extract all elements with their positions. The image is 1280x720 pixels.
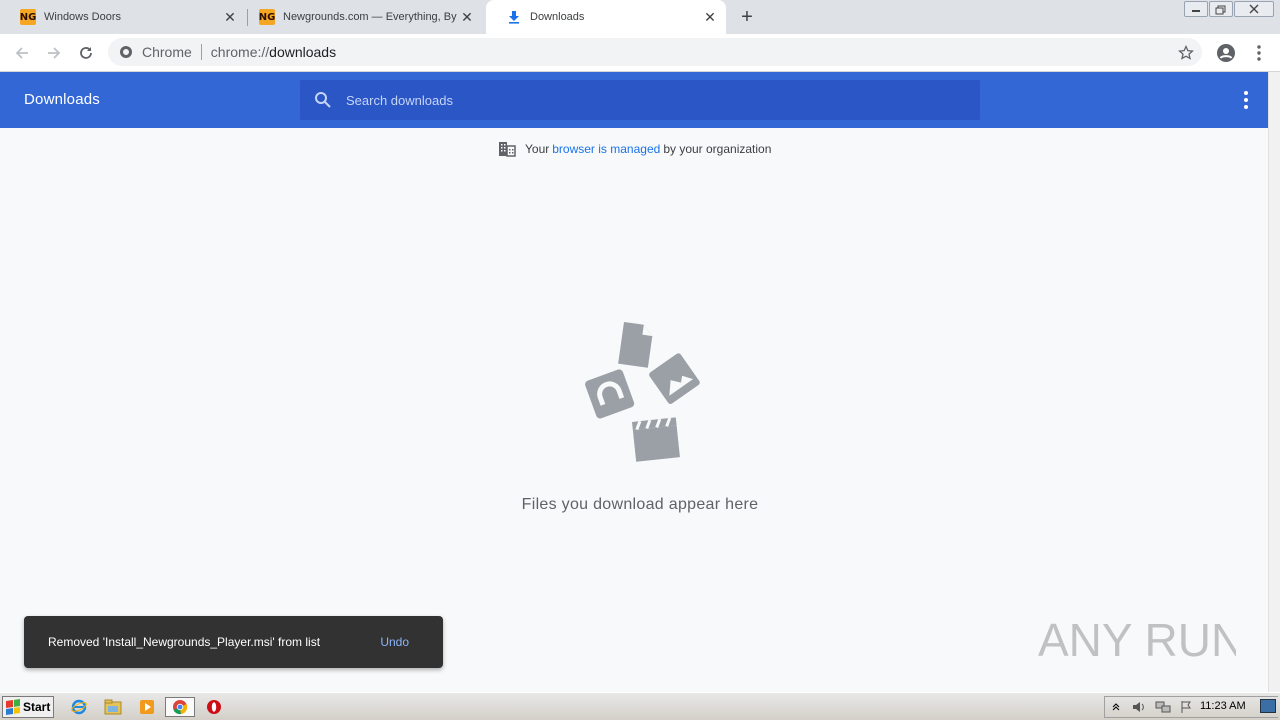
star-icon[interactable] <box>1175 42 1197 64</box>
close-window-button[interactable] <box>1234 1 1274 17</box>
internet-explorer-icon[interactable] <box>68 697 90 717</box>
search-icon <box>315 92 331 108</box>
tab-downloads[interactable]: Downloads ✕ <box>486 0 726 34</box>
removed-toast: Removed 'Install_Newgrounds_Player.msi' … <box>24 616 443 668</box>
reload-button[interactable] <box>75 42 97 64</box>
url-host: downloads <box>269 44 337 60</box>
search-input[interactable] <box>346 92 946 108</box>
network-icon[interactable] <box>1155 700 1171 714</box>
building-icon <box>499 142 516 157</box>
download-icon <box>506 9 522 25</box>
scheme-label: Chrome <box>142 44 192 60</box>
toast-message: Removed 'Install_Newgrounds_Player.msi' … <box>48 635 321 649</box>
newgrounds-icon: NG <box>20 9 36 25</box>
managed-notice: Your browser is managed by your organiza… <box>498 141 771 157</box>
chrome-icon <box>120 46 132 58</box>
tab-newgrounds[interactable]: NG Newgrounds.com — Everything, By Every… <box>239 0 486 34</box>
taskbar-clock[interactable]: 11:23 AM <box>1200 700 1246 712</box>
file-explorer-icon[interactable] <box>102 697 124 717</box>
newgrounds-logo-2: NG <box>259 9 275 25</box>
media-player-icon[interactable] <box>136 697 158 717</box>
start-label: Start <box>23 700 51 714</box>
document-icon <box>618 322 653 368</box>
close-icon[interactable]: ✕ <box>702 9 718 25</box>
restore-button[interactable] <box>1209 1 1233 17</box>
browser-menu-icon[interactable] <box>1248 42 1270 64</box>
close-icon[interactable]: ✕ <box>459 9 475 25</box>
address-bar[interactable]: Chrome chrome://downloads <box>108 38 1202 66</box>
back-button[interactable] <box>11 42 33 64</box>
page-title: Downloads <box>24 91 101 108</box>
show-desktop-icon[interactable] <box>1260 699 1276 713</box>
empty-downloads-illustration <box>585 322 700 462</box>
chrome-taskbar-icon[interactable] <box>165 697 195 717</box>
volume-icon[interactable] <box>1131 700 1147 714</box>
omnibox-divider <box>200 44 202 60</box>
newgrounds-icon: NG <box>259 9 275 25</box>
windows-logo-icon <box>6 699 20 715</box>
anyrun-watermark: ANY RUN <box>1038 614 1236 666</box>
system-tray <box>1104 696 1278 718</box>
opera-icon[interactable] <box>203 697 225 717</box>
minimize-button[interactable] <box>1184 1 1208 17</box>
close-icon[interactable]: ✕ <box>222 9 238 25</box>
tray-expand-icon[interactable] <box>1109 700 1123 714</box>
windows-taskbar: Start 11:23 AM <box>0 692 1280 720</box>
tab-title: Newgrounds.com — Everything, By Everyone <box>283 11 459 23</box>
url-prefix: chrome:// <box>210 44 270 60</box>
empty-state-text: Files you download appear here <box>521 496 759 513</box>
image-icon <box>649 353 700 404</box>
forward-button[interactable] <box>43 42 65 64</box>
new-tab-button[interactable]: + <box>738 7 756 27</box>
managed-suffix: by your organization <box>663 142 772 156</box>
tab-strip: NG Windows Doors ✕ NG Newgrounds.com — E… <box>0 0 1280 34</box>
watermark-text: ANY RUN <box>1038 614 1236 666</box>
more-options-icon[interactable] <box>1236 90 1256 110</box>
browser-toolbar: Chrome chrome://downloads <box>0 34 1280 72</box>
managed-link[interactable]: browser is managed <box>552 142 660 156</box>
undo-button[interactable]: Undo <box>380 635 409 649</box>
page-scrollbar[interactable] <box>1268 72 1280 692</box>
tab-title: Downloads <box>530 11 585 23</box>
start-button[interactable]: Start <box>2 696 54 718</box>
newgrounds-logo-1: NG <box>20 9 36 25</box>
music-icon <box>585 369 635 419</box>
managed-prefix: Your <box>525 142 550 156</box>
tab-title: Windows Doors <box>44 11 122 23</box>
profile-icon[interactable] <box>1215 42 1237 64</box>
tab-windows-doors[interactable]: NG Windows Doors ✕ <box>0 0 246 34</box>
search-box[interactable] <box>300 80 980 120</box>
downloads-header: Downloads <box>0 72 1268 128</box>
action-center-flag-icon[interactable] <box>1179 700 1193 714</box>
film-icon <box>632 417 680 462</box>
